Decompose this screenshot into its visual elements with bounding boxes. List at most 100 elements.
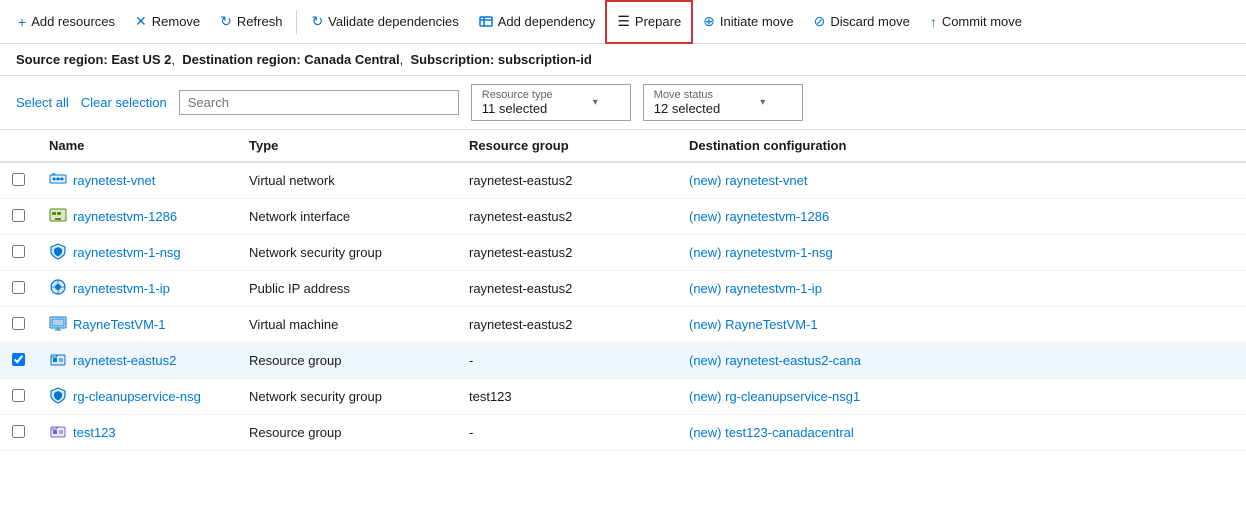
row-checkbox-cell[interactable]	[0, 415, 37, 451]
header-checkbox-cell	[0, 130, 37, 162]
row-type-cell: Network interface	[237, 199, 457, 235]
discard-move-icon: ⊘	[814, 13, 826, 30]
header-destination: Destination configuration	[677, 130, 1246, 162]
row-rg-cell: raynetest-eastus2	[457, 162, 677, 199]
refresh-icon: ↻	[220, 13, 232, 30]
row-checkbox-cell[interactable]	[0, 162, 37, 199]
header-name: Name	[37, 130, 237, 162]
rg-icon	[49, 350, 67, 371]
row-dest-cell: (new) test123-canadacentral	[677, 415, 1246, 451]
row-type-cell: Network security group	[237, 379, 457, 415]
row-rg-cell: raynetest-eastus2	[457, 307, 677, 343]
row-checkbox[interactable]	[12, 245, 25, 258]
resource-name-link[interactable]: raynetestvm-1286	[73, 209, 177, 224]
row-dest-cell: (new) RayneTestVM-1	[677, 307, 1246, 343]
add-dependency-label: Add dependency	[498, 14, 596, 29]
rg2-icon	[49, 422, 67, 443]
validate-icon: ↻	[311, 13, 323, 30]
prepare-button[interactable]: ☰ Prepare	[605, 0, 693, 44]
resource-type-dropdown[interactable]: Resource type 11 selected ▾	[471, 84, 631, 121]
table-row[interactable]: test123 Resource group - (new) test123-c…	[0, 415, 1246, 451]
resource-name-link[interactable]: RayneTestVM-1	[73, 317, 165, 332]
row-type-cell: Network security group	[237, 235, 457, 271]
table-row[interactable]: rg-cleanupservice-nsg Network security g…	[0, 379, 1246, 415]
row-name-cell: ⇄ raynetest-vnet	[37, 162, 237, 199]
row-checkbox-cell[interactable]	[0, 343, 37, 379]
nsg-icon	[49, 242, 67, 263]
row-checkbox-cell[interactable]	[0, 271, 37, 307]
search-box[interactable]	[179, 90, 459, 115]
resource-type-value: 11 selected	[482, 101, 553, 116]
add-resources-button[interactable]: + Add resources	[8, 0, 125, 44]
source-region-label: Source region:	[16, 52, 108, 67]
row-checkbox[interactable]	[12, 317, 25, 330]
search-input[interactable]	[188, 95, 450, 110]
resource-name-link[interactable]: raynetestvm-1-nsg	[73, 245, 181, 260]
row-checkbox-cell[interactable]	[0, 235, 37, 271]
dependency-icon	[479, 13, 493, 29]
refresh-button[interactable]: ↻ Refresh	[210, 0, 292, 44]
prepare-icon: ☰	[617, 13, 630, 30]
add-dependency-button[interactable]: Add dependency	[469, 0, 606, 44]
destination-link[interactable]: (new) rg-cleanupservice-nsg1	[689, 389, 860, 404]
select-all-link[interactable]: Select all	[16, 95, 69, 110]
row-type-cell: Virtual machine	[237, 307, 457, 343]
row-checkbox-cell[interactable]	[0, 199, 37, 235]
destination-link[interactable]: (new) raynetest-eastus2-cana	[689, 353, 861, 368]
resource-name-link[interactable]: rg-cleanupservice-nsg	[73, 389, 201, 404]
destination-link[interactable]: (new) RayneTestVM-1	[689, 317, 818, 332]
table-header-row: Name Type Resource group Destination con…	[0, 130, 1246, 162]
info-bar: Source region: East US 2, Destination re…	[0, 44, 1246, 76]
row-dest-cell: (new) raynetestvm-1286	[677, 199, 1246, 235]
initiate-move-button[interactable]: ⊕ Initiate move	[693, 0, 803, 44]
row-checkbox[interactable]	[12, 353, 25, 366]
discard-move-button[interactable]: ⊘ Discard move	[804, 0, 920, 44]
destination-link[interactable]: (new) raynetestvm-1-ip	[689, 281, 822, 296]
row-rg-cell: -	[457, 415, 677, 451]
clear-selection-link[interactable]: Clear selection	[81, 95, 167, 110]
destination-link[interactable]: (new) raynetest-vnet	[689, 173, 808, 188]
initiate-move-label: Initiate move	[720, 14, 794, 29]
row-checkbox[interactable]	[12, 281, 25, 294]
move-status-value: 12 selected	[654, 101, 721, 116]
row-checkbox[interactable]	[12, 209, 25, 222]
table-row[interactable]: raynetest-eastus2 Resource group - (new)…	[0, 343, 1246, 379]
table-row[interactable]: ⇄ raynetest-vnet Virtual network raynete…	[0, 162, 1246, 199]
row-name-cell: raynetestvm-1-nsg	[37, 235, 237, 271]
subscription-label: Subscription:	[411, 52, 495, 67]
row-checkbox[interactable]	[12, 173, 25, 186]
resource-name-link[interactable]: raynetestvm-1-ip	[73, 281, 170, 296]
validate-deps-button[interactable]: ↻ Validate dependencies	[301, 0, 468, 44]
resource-name-link[interactable]: raynetest-vnet	[73, 173, 155, 188]
move-status-dropdown[interactable]: Move status 12 selected ▾	[643, 84, 803, 121]
table-row[interactable]: raynetestvm-1286 Network interface rayne…	[0, 199, 1246, 235]
row-name-cell: raynetestvm-1-ip	[37, 271, 237, 307]
commit-move-button[interactable]: ↑ Commit move	[920, 0, 1032, 44]
row-rg-cell: raynetest-eastus2	[457, 199, 677, 235]
table-row[interactable]: RayneTestVM-1 Virtual machine raynetest-…	[0, 307, 1246, 343]
row-checkbox[interactable]	[12, 389, 25, 402]
remove-button[interactable]: ✕ Remove	[125, 0, 210, 44]
table-row[interactable]: raynetestvm-1-nsg Network security group…	[0, 235, 1246, 271]
destination-link[interactable]: (new) raynetestvm-1-nsg	[689, 245, 833, 260]
row-type-cell: Public IP address	[237, 271, 457, 307]
initiate-move-icon: ⊕	[703, 13, 715, 30]
resource-name-link[interactable]: raynetest-eastus2	[73, 353, 176, 368]
row-rg-cell: raynetest-eastus2	[457, 235, 677, 271]
nic-icon	[49, 206, 67, 227]
toolbar: + Add resources ✕ Remove ↻ Refresh ↻ Val…	[0, 0, 1246, 44]
discard-move-label: Discard move	[830, 14, 909, 29]
row-checkbox-cell[interactable]	[0, 379, 37, 415]
dest-region-value: Canada Central	[304, 52, 399, 67]
destination-link[interactable]: (new) raynetestvm-1286	[689, 209, 829, 224]
row-dest-cell: (new) raynetestvm-1-nsg	[677, 235, 1246, 271]
separator-1	[296, 10, 297, 34]
row-checkbox[interactable]	[12, 425, 25, 438]
add-resources-label: Add resources	[31, 14, 115, 29]
destination-link[interactable]: (new) test123-canadacentral	[689, 425, 854, 440]
row-type-cell: Virtual network	[237, 162, 457, 199]
resource-name-link[interactable]: test123	[73, 425, 116, 440]
source-region-value: East US 2	[111, 52, 171, 67]
table-row[interactable]: raynetestvm-1-ip Public IP address rayne…	[0, 271, 1246, 307]
row-checkbox-cell[interactable]	[0, 307, 37, 343]
